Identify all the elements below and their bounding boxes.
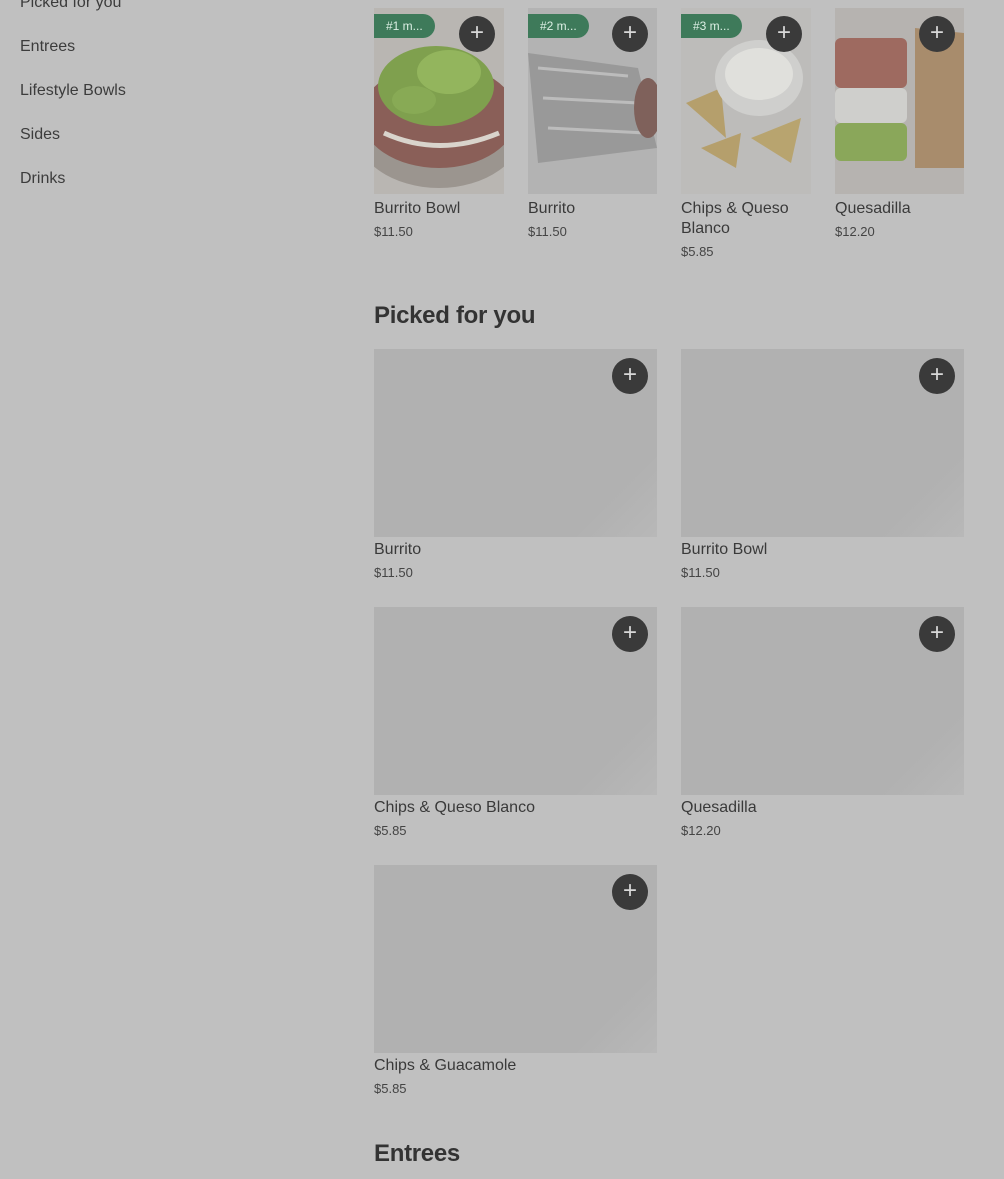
- item-name: Quesadilla: [835, 200, 911, 217]
- item-price: $5.85: [374, 1081, 407, 1096]
- sidebar-item-entrees[interactable]: Entrees: [20, 38, 75, 56]
- add-icon[interactable]: +: [612, 16, 648, 52]
- add-icon[interactable]: +: [612, 874, 648, 910]
- popular-item-card[interactable]: #3 m... + Chips & Queso Blanco $5.85: [681, 8, 811, 268]
- item-name: Burrito Bowl: [681, 541, 768, 558]
- item-price: $12.20: [681, 823, 721, 838]
- item-name: Burrito: [374, 541, 422, 558]
- add-icon[interactable]: +: [766, 16, 802, 52]
- item-price: $11.50: [374, 565, 413, 580]
- item-name: Chips & Queso Blanco: [681, 200, 789, 237]
- add-icon[interactable]: +: [919, 358, 955, 394]
- item-price: $11.50: [374, 224, 413, 239]
- rank-badge: #1 m...: [374, 14, 435, 38]
- item-price: $12.20: [835, 224, 875, 239]
- add-icon[interactable]: +: [612, 358, 648, 394]
- section-title-picked-for-you: Picked for you: [374, 302, 536, 329]
- section-title-entrees: Entrees: [374, 1140, 460, 1167]
- popular-item-card[interactable]: + Quesadilla $12.20: [835, 8, 965, 268]
- add-icon[interactable]: +: [919, 616, 955, 652]
- item-price: $11.50: [681, 565, 720, 580]
- rank-badge: #3 m...: [681, 14, 742, 38]
- item-name: Burrito Bowl: [374, 200, 461, 217]
- item-price: $5.85: [681, 244, 714, 259]
- item-name: Burrito: [528, 200, 576, 217]
- sidebar-item-drinks[interactable]: Drinks: [20, 170, 65, 188]
- popular-item-card[interactable]: #1 m... + Burrito Bowl $11.50: [374, 8, 504, 268]
- item-price: $5.85: [374, 823, 407, 838]
- menu-item-card[interactable]: + Quesadilla $12.20: [681, 607, 964, 847]
- menu-item-card[interactable]: + Burrito $11.50: [374, 349, 657, 589]
- add-icon[interactable]: +: [612, 616, 648, 652]
- item-name: Chips & Queso Blanco: [374, 799, 535, 816]
- item-name: Chips & Guacamole: [374, 1057, 517, 1074]
- sidebar-item-sides[interactable]: Sides: [20, 126, 60, 144]
- menu-item-card[interactable]: + Chips & Queso Blanco $5.85: [374, 607, 657, 847]
- menu-item-card[interactable]: + Burrito Bowl $11.50: [681, 349, 964, 589]
- popular-item-card[interactable]: #2 m... + Burrito $11.50: [528, 8, 658, 268]
- sidebar-item-picked-for-you[interactable]: Picked for you: [20, 0, 121, 12]
- menu-item-card[interactable]: + Chips & Guacamole $5.85: [374, 865, 657, 1105]
- rank-badge: #2 m...: [528, 14, 589, 38]
- item-name: Quesadilla: [681, 799, 757, 816]
- add-icon[interactable]: +: [459, 16, 495, 52]
- add-icon[interactable]: +: [919, 16, 955, 52]
- item-price: $11.50: [528, 224, 567, 239]
- sidebar-item-lifestyle-bowls[interactable]: Lifestyle Bowls: [20, 82, 126, 100]
